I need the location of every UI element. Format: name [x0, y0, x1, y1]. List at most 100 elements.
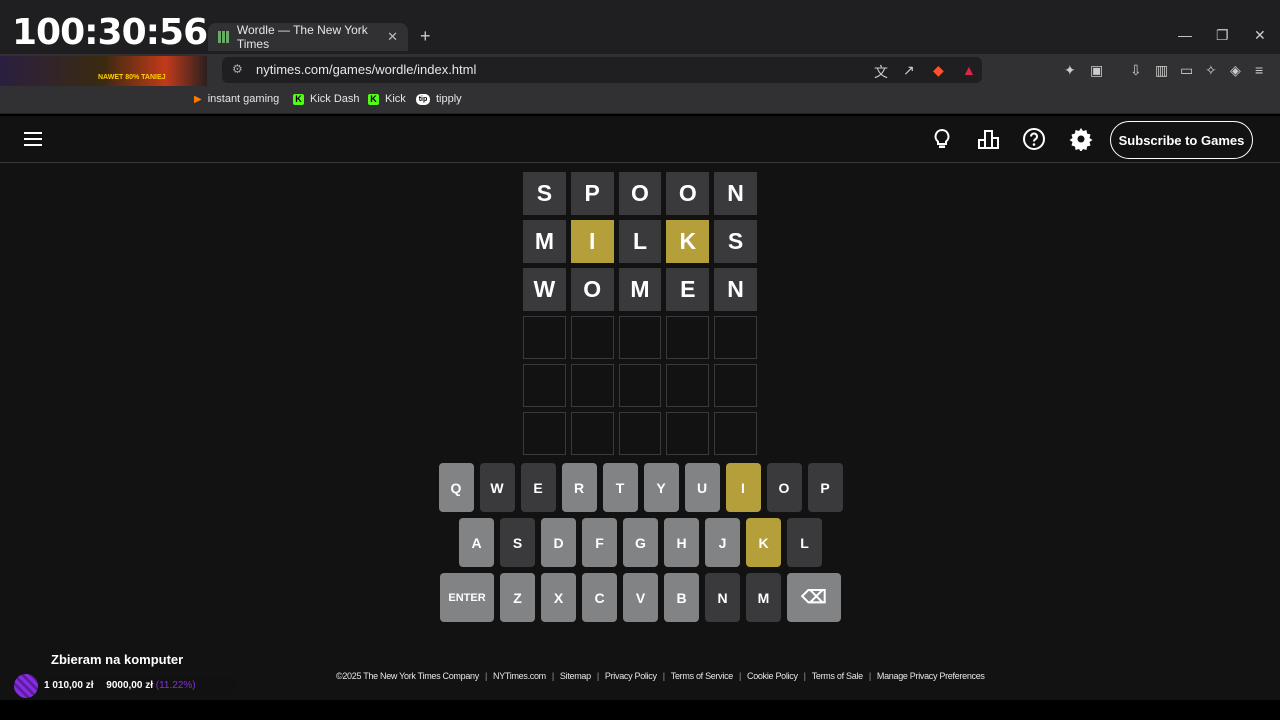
tile: [570, 412, 614, 455]
footer-link[interactable]: NYTimes.com: [493, 671, 546, 681]
donation-goal-widget: Zbieram na komputer 1 010,00 zł 9000,00 …: [12, 650, 237, 700]
tile: K: [666, 220, 710, 263]
key-c[interactable]: C: [582, 573, 617, 622]
stream-timer: 100:30:56: [12, 12, 208, 53]
footer-separator: |: [662, 671, 665, 681]
footer-link[interactable]: Privacy Policy: [605, 671, 657, 681]
bookmark-label: instant gaming: [207, 93, 280, 105]
bookmark-instant-gaming[interactable]: ▶ instant gaming: [194, 93, 279, 105]
key-l[interactable]: L: [787, 518, 822, 567]
url-field[interactable]: ⚙ nytimes.com/games/wordle/index.html: [222, 57, 982, 83]
key-k[interactable]: K: [746, 518, 781, 567]
downloads-icon[interactable]: ⇩: [1130, 62, 1142, 79]
browser-tab[interactable]: Wordle — The New York Times ✕: [208, 23, 408, 51]
browser-menu-icon[interactable]: ≡: [1255, 62, 1263, 78]
lightbulb-icon[interactable]: [929, 126, 955, 152]
footer-link[interactable]: Manage Privacy Preferences: [877, 671, 985, 681]
game-board: SPOONMILKSWOMEN: [523, 172, 757, 460]
key-s[interactable]: S: [500, 518, 535, 567]
keyboard: Q W E R T Y U I O P A S D F G H J K L ENTER Z X C V B N M ⌫: [438, 463, 843, 628]
new-tab-button[interactable]: +: [420, 26, 431, 47]
tile: [570, 316, 614, 359]
tile: [618, 364, 662, 407]
key-z[interactable]: Z: [500, 573, 535, 622]
footer-link[interactable]: Terms of Sale: [812, 671, 863, 681]
key-y[interactable]: Y: [643, 463, 679, 512]
key-d[interactable]: D: [541, 518, 576, 567]
brave-rewards-icon[interactable]: ▲: [962, 62, 976, 78]
leo-ai-icon[interactable]: ✧: [1205, 62, 1217, 79]
brave-shields-icon[interactable]: ◆: [933, 62, 944, 79]
tile: [523, 316, 566, 359]
bookmark-kick-dash[interactable]: K Kick Dash: [293, 93, 360, 105]
key-h[interactable]: H: [664, 518, 699, 567]
bottom-strip: [0, 700, 1280, 720]
key-a[interactable]: A: [459, 518, 494, 567]
tab-title: Wordle — The New York Times: [236, 23, 368, 51]
key-g[interactable]: G: [623, 518, 658, 567]
key-r[interactable]: R: [561, 463, 597, 512]
footer-link[interactable]: Cookie Policy: [747, 671, 798, 681]
wordle-favicon: [218, 31, 229, 43]
key-x[interactable]: X: [541, 573, 576, 622]
wallet-icon[interactable]: ▭: [1180, 62, 1193, 79]
subscribe-button[interactable]: Subscribe to Games: [1110, 121, 1253, 159]
key-t[interactable]: T: [602, 463, 638, 512]
key-e[interactable]: E: [520, 463, 556, 512]
kick-icon: K: [293, 93, 304, 105]
tile: O: [570, 268, 614, 311]
footer-link[interactable]: Sitemap: [560, 671, 591, 681]
tile: [523, 412, 566, 455]
screenshot-icon[interactable]: ▣: [1090, 62, 1103, 79]
keyboard-row: ASDFGHJKL: [438, 518, 843, 567]
game-header: Subscribe to Games: [0, 116, 1280, 163]
tile: [666, 412, 710, 455]
tile: [618, 316, 662, 359]
key-m[interactable]: M: [746, 573, 781, 622]
kick-icon: K: [368, 93, 379, 105]
bookmarks-bar: ▶ instant gaming K Kick Dash K Kick tip …: [0, 86, 1280, 114]
key-b[interactable]: B: [664, 573, 699, 622]
footer-link[interactable]: Terms of Service: [671, 671, 734, 681]
instant-gaming-icon: ▶: [194, 93, 202, 105]
key-o[interactable]: O: [766, 463, 802, 512]
help-icon[interactable]: [1021, 126, 1047, 152]
tile: [666, 364, 710, 407]
menu-icon[interactable]: [24, 132, 42, 146]
key-j[interactable]: J: [705, 518, 740, 567]
enter-key[interactable]: ENTER: [440, 573, 494, 622]
key-u[interactable]: U: [684, 463, 720, 512]
key-q[interactable]: Q: [438, 463, 474, 512]
vpn-icon[interactable]: ◈: [1230, 62, 1241, 79]
key-v[interactable]: V: [623, 573, 658, 622]
tile: M: [618, 268, 662, 311]
footer-separator: |: [738, 671, 742, 681]
extensions-icon[interactable]: ✦: [1064, 62, 1076, 79]
sidebar-icon[interactable]: ▥: [1155, 62, 1168, 79]
backspace-icon[interactable]: ⌫: [787, 573, 841, 622]
donation-title: Zbieram na komputer: [51, 652, 184, 667]
board-row: MILKS: [523, 220, 757, 263]
stats-icon[interactable]: [976, 126, 1002, 152]
footer-separator: |: [868, 671, 871, 681]
tab-close-icon[interactable]: ✕: [387, 29, 398, 45]
settings-icon[interactable]: [1068, 126, 1094, 152]
tile: I: [570, 220, 614, 263]
key-f[interactable]: F: [582, 518, 617, 567]
key-n[interactable]: N: [705, 573, 740, 622]
tile: [570, 364, 614, 407]
restore-icon[interactable]: ❐: [1216, 27, 1229, 44]
share-icon[interactable]: ↗: [903, 62, 915, 79]
key-p[interactable]: P: [807, 463, 843, 512]
translate-icon[interactable]: 文: [874, 62, 888, 82]
footer-link: ©2025 The New York Times Company: [336, 671, 479, 681]
site-settings-icon[interactable]: ⚙: [232, 62, 243, 76]
key-i[interactable]: I: [725, 463, 761, 512]
bookmark-tipply[interactable]: tip tipply: [416, 93, 462, 105]
close-window-icon[interactable]: ✕: [1254, 27, 1266, 44]
key-w[interactable]: W: [479, 463, 515, 512]
url-text: nytimes.com/games/wordle/index.html: [256, 62, 477, 77]
bookmark-kick[interactable]: K Kick: [368, 93, 406, 105]
tile: E: [666, 268, 710, 311]
minimize-icon[interactable]: —: [1178, 27, 1192, 43]
